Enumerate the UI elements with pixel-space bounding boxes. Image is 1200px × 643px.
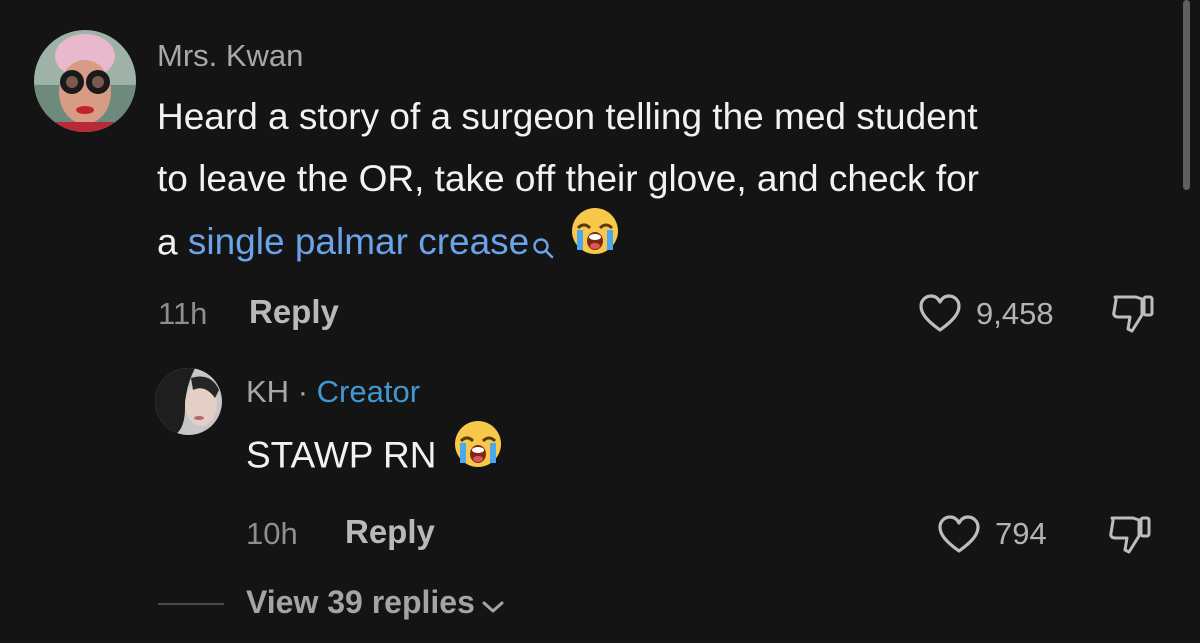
- like-button[interactable]: [937, 514, 981, 559]
- creator-badge: Creator: [316, 374, 421, 409]
- search-link-label: single palmar crease: [187, 221, 530, 263]
- search-icon: [532, 216, 554, 278]
- view-replies-label: View 39 replies: [246, 584, 475, 620]
- divider: [158, 603, 224, 605]
- thumbs-down-icon: [1107, 516, 1153, 560]
- avatar-kh[interactable]: [155, 368, 222, 435]
- comment-text-line: a single palmar crease: [157, 208, 979, 279]
- separator-dot: ·: [297, 374, 309, 409]
- comment-timestamp: 11h: [158, 296, 208, 331]
- dislike-button[interactable]: [1107, 512, 1153, 561]
- chevron-down-icon: [481, 586, 505, 623]
- avatar-mrs-kwan[interactable]: [34, 30, 136, 132]
- comment-text-prefix: a: [157, 221, 188, 263]
- reply-text: STAWP RN: [246, 421, 503, 492]
- view-replies-button[interactable]: View 39 replies: [246, 584, 505, 623]
- loudly-crying-face-icon: [570, 206, 620, 275]
- heart-icon: [937, 515, 981, 558]
- like-count: 794: [995, 516, 1047, 551]
- loudly-crying-face-icon: [453, 419, 503, 488]
- search-link[interactable]: single palmar crease: [188, 221, 554, 262]
- comment-text-line: Heard a story of a surgeon telling the m…: [157, 96, 978, 137]
- reply-button[interactable]: Reply: [249, 293, 339, 331]
- comments-panel: Mrs. Kwan Heard a story of a surgeon tel…: [0, 0, 1200, 643]
- like-button[interactable]: [918, 293, 962, 338]
- comment-text: Heard a story of a surgeon telling the m…: [157, 86, 979, 279]
- heart-icon: [918, 294, 962, 337]
- dislike-button[interactable]: [1110, 291, 1156, 340]
- comment-author[interactable]: Mrs. Kwan: [157, 38, 303, 74]
- reply-author[interactable]: KH: [246, 374, 289, 409]
- like-count: 9,458: [976, 296, 1054, 331]
- reply-timestamp: 10h: [246, 516, 298, 551]
- reply-text-content: STAWP RN: [246, 434, 437, 476]
- reply-button[interactable]: Reply: [345, 513, 435, 551]
- reply-author-line: KH · Creator: [246, 374, 420, 410]
- comment-text-line: to leave the OR, take off their glove, a…: [157, 158, 980, 199]
- scrollbar[interactable]: [1183, 0, 1190, 190]
- thumbs-down-icon: [1110, 295, 1156, 339]
